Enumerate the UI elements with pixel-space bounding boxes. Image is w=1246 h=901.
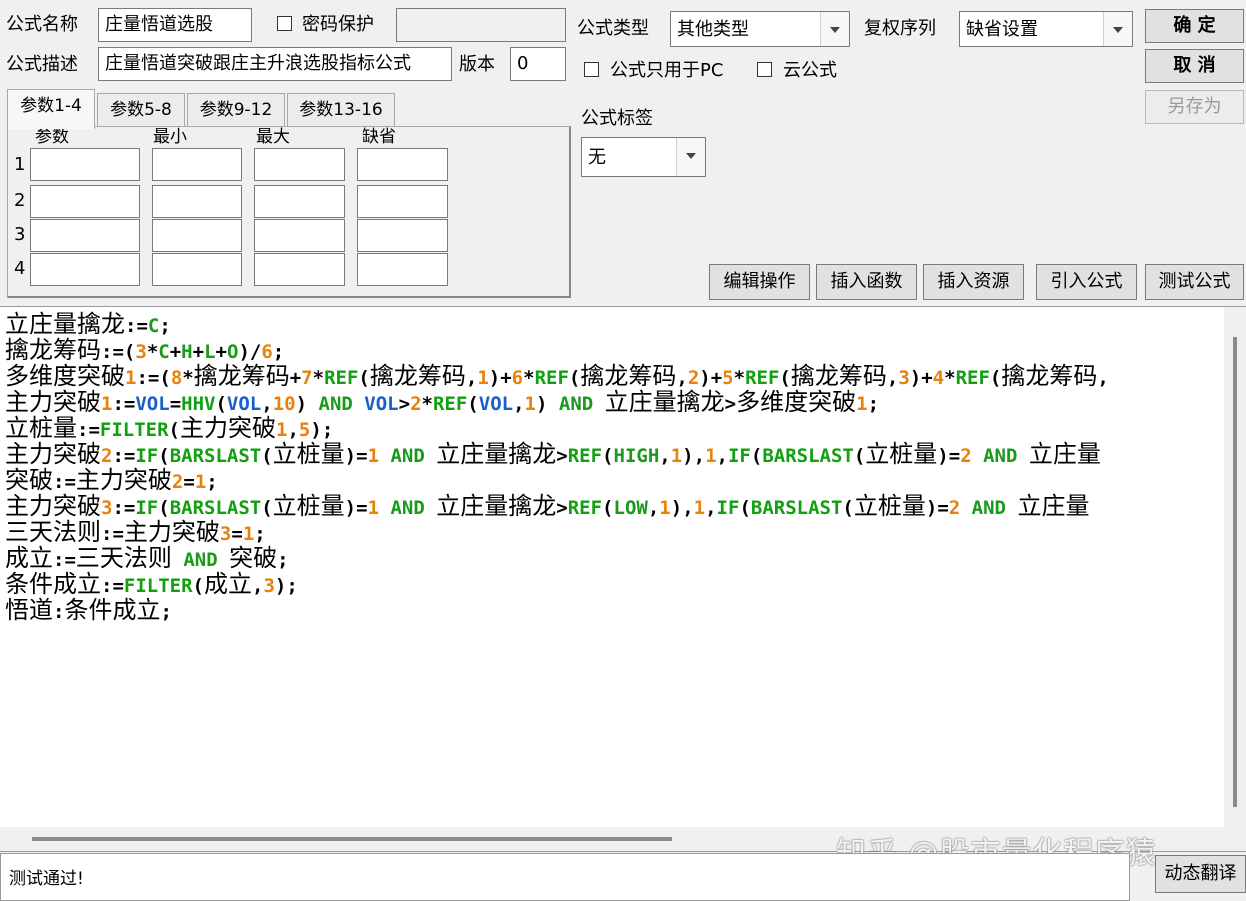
param-3-min[interactable] [152,219,242,252]
formula-type-label: 公式类型 [577,18,649,39]
cancel-button[interactable]: 取 消 [1145,49,1244,83]
code-line: 主力突破1:=VOL=HHV(VOL,10) AND VOL>2*REF(VOL… [5,388,880,416]
code-line: 多维度突破1:=(8*擒龙筹码+7*REF(擒龙筹码,1)+6*REF(擒龙筹码… [5,362,1109,390]
status-text: 测试通过! [9,869,84,889]
code-line: 悟道:条件成立; [5,596,172,624]
code-line: 主力突破2:=IF(BARSLAST(立桩量)=1 AND 立庄量擒龙>REF(… [5,440,1101,468]
param-4-default[interactable] [357,253,448,286]
pc-only-label: 公式只用于PC [610,60,724,81]
test-formula-button[interactable]: 测试公式 [1145,264,1244,300]
param-2-name[interactable] [30,185,140,218]
param-row-num: 3 [14,224,26,245]
rights-series-label: 复权序列 [864,18,936,39]
code-editor[interactable]: 立庄量擒龙:=C; 擒龙筹码:=(3*C+H+L+O)/6; 多维度突破1:=(8*… [0,306,1246,852]
code-line: 立桩量:=FILTER(主力突破1,5); [5,414,334,442]
version-input[interactable]: 0 [510,47,566,81]
chevron-down-icon[interactable] [820,12,849,46]
formula-name-input[interactable]: 庄量悟道选股 [98,8,252,42]
tab-params-9-12[interactable]: 参数9-12 [187,93,285,127]
password-protect-label: 密码保护 [302,14,374,35]
param-col-max: 最大 [256,127,290,147]
ok-button[interactable]: 确 定 [1145,9,1244,43]
param-4-min[interactable] [152,253,242,286]
password-protect-checkbox[interactable] [277,16,292,31]
tab-params-1-4[interactable]: 参数1-4 [7,89,95,129]
param-3-name[interactable] [30,219,140,252]
scrollbar-thumb[interactable] [1233,337,1237,807]
code-line: 三天法则:=主力突破3=1; [5,518,266,546]
param-3-default[interactable] [357,219,448,252]
param-4-name[interactable] [30,253,140,286]
import-formula-button[interactable]: 引入公式 [1036,264,1137,300]
version-label: 版本 [459,54,495,75]
status-output: 测试通过! [0,853,1130,901]
formula-tag-value: 无 [588,147,606,168]
insert-resource-button[interactable]: 插入资源 [923,264,1024,300]
code-line: 条件成立:=FILTER(成立,3); [5,570,298,598]
param-row-num: 2 [14,190,26,211]
param-1-max[interactable] [254,148,345,181]
param-row-num: 4 [14,258,26,279]
param-2-default[interactable] [357,185,448,218]
param-col-default: 缺省 [362,127,396,147]
insert-function-button[interactable]: 插入函数 [816,264,917,300]
param-row-num: 1 [14,154,26,175]
cloud-formula-checkbox[interactable] [757,62,772,77]
chevron-down-icon[interactable] [676,138,705,176]
param-1-name[interactable] [30,148,140,181]
code-line: 突破:=主力突破2=1; [5,466,218,494]
edit-ops-button[interactable]: 编辑操作 [709,264,810,300]
tab-params-5-8[interactable]: 参数5-8 [97,93,185,127]
cloud-formula-label: 云公式 [783,60,837,81]
pc-only-checkbox[interactable] [584,62,599,77]
formula-desc-input[interactable]: 庄量悟道突破跟庄主升浪选股指标公式 [98,47,452,81]
formula-type-value: 其他类型 [677,19,749,40]
formula-desc-label: 公式描述 [6,54,78,75]
vertical-scrollbar[interactable] [1224,307,1246,827]
code-line: 擒龙筹码:=(3*C+H+L+O)/6; [5,336,285,364]
param-1-min[interactable] [152,148,242,181]
rights-series-value: 缺省设置 [966,19,1038,40]
tab-params-13-16[interactable]: 参数13-16 [287,93,395,127]
param-2-min[interactable] [152,185,242,218]
chevron-down-icon[interactable] [1103,12,1132,46]
rights-series-select[interactable]: 缺省设置 [959,11,1133,47]
formula-type-select[interactable]: 其他类型 [670,11,850,47]
param-col-name: 参数 [35,127,69,147]
formula-tag-select[interactable]: 无 [581,137,706,177]
password-input [396,8,566,42]
param-col-min: 最小 [153,127,187,147]
code-line: 立庄量擒龙:=C; [5,310,171,338]
dynamic-translate-button[interactable]: 动态翻译 [1155,855,1246,893]
code-line: 主力突破3:=IF(BARSLAST(立桩量)=1 AND 立庄量擒龙>REF(… [5,492,1090,520]
param-3-max[interactable] [254,219,345,252]
param-4-max[interactable] [254,253,345,286]
param-1-default[interactable] [357,148,448,181]
save-as-button[interactable]: 另存为 [1145,90,1244,124]
code-line: 成立:=三天法则 AND 突破; [5,544,289,572]
formula-tag-label: 公式标签 [581,108,653,129]
scrollbar-thumb[interactable] [32,837,672,841]
param-2-max[interactable] [254,185,345,218]
formula-name-label: 公式名称 [6,14,78,35]
